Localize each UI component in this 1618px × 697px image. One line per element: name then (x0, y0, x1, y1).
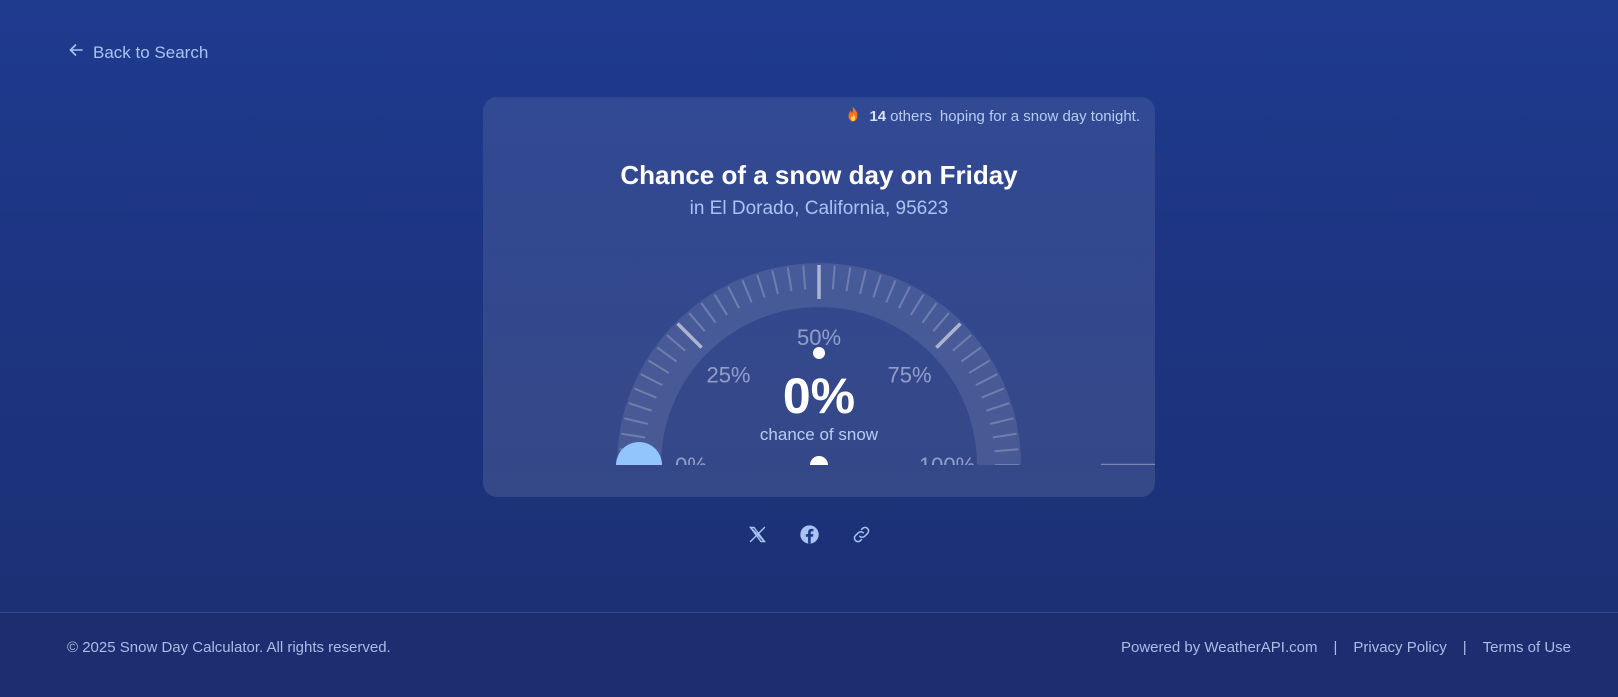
arrow-left-icon (68, 42, 84, 63)
link-icon (851, 524, 872, 550)
gauge-label-50: 50% (797, 325, 841, 350)
gauge-indicator (616, 442, 662, 465)
snow-chance-gauge: 0% 25% 50% 75% 100% 0% chance of snow (616, 263, 1155, 478)
back-to-search-label: Back to Search (93, 42, 209, 62)
share-bar (0, 524, 1618, 550)
facebook-icon (799, 524, 820, 550)
x-icon (747, 524, 768, 550)
chance-caption: chance of snow (760, 425, 879, 444)
snow-day-card: 14 others hoping for a snow day tonight.… (483, 97, 1155, 497)
footer-separator: | (1333, 639, 1338, 656)
terms-of-use-link[interactable]: Terms of Use (1483, 639, 1571, 656)
copyright-text: © 2025 Snow Day Calculator. All rights r… (67, 639, 391, 656)
gauge-label-100: 100% (919, 453, 975, 478)
powered-by-link[interactable]: Powered by WeatherAPI.com (1121, 639, 1317, 656)
gauge-label-75: 75% (887, 362, 931, 387)
share-facebook-button[interactable] (798, 524, 820, 550)
gauge-label-0: 0% (675, 453, 707, 478)
footer: © 2025 Snow Day Calculator. All rights r… (0, 612, 1618, 697)
gauge-pivot (810, 456, 828, 465)
gauge-label-25: 25% (706, 362, 750, 387)
copy-link-button[interactable] (850, 526, 872, 548)
share-x-button[interactable] (746, 526, 768, 548)
footer-separator: | (1462, 639, 1467, 656)
footer-links: Powered by WeatherAPI.com | Privacy Poli… (1121, 639, 1571, 656)
gauge-top-dot (813, 347, 825, 359)
back-to-search-link[interactable]: Back to Search (68, 42, 208, 63)
chance-value: 0% (783, 368, 855, 424)
privacy-policy-link[interactable]: Privacy Policy (1353, 639, 1446, 656)
